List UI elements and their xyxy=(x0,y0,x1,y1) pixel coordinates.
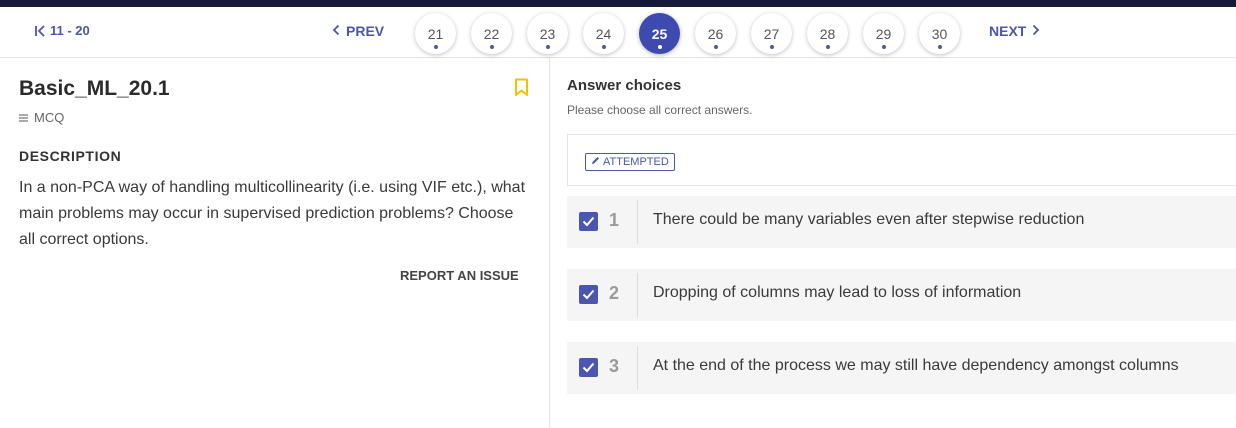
question-title: Basic_ML_20.1 xyxy=(19,77,170,100)
status-badge-label: ATTEMPTED xyxy=(603,156,669,168)
answer-heading: Answer choices xyxy=(567,77,682,94)
page-number: 23 xyxy=(539,25,556,42)
question-navbar: 11 - 20 PREV 21 22 23 24 25 26 27 28 29 … xyxy=(0,7,1236,58)
divider xyxy=(637,200,638,244)
page-button-24[interactable]: 24 xyxy=(583,13,624,54)
page-button-30[interactable]: 30 xyxy=(919,13,960,54)
page-button-28[interactable]: 28 xyxy=(807,13,848,54)
first-page-icon xyxy=(34,24,46,37)
answer-panel: Answer choices Please choose all correct… xyxy=(551,58,1236,428)
choice-number: 3 xyxy=(609,356,620,376)
page-dot xyxy=(433,45,438,49)
checkbox-checked[interactable] xyxy=(579,285,598,304)
description-text: In a non-PCA way of handling multicollin… xyxy=(19,179,526,248)
page-number: 30 xyxy=(931,25,948,42)
page-dot xyxy=(489,45,494,49)
question-type: MCQ xyxy=(19,110,64,125)
report-issue-link[interactable]: REPORT AN ISSUE xyxy=(400,268,519,283)
page-dot xyxy=(713,45,718,49)
chevron-right-icon xyxy=(1032,23,1040,39)
prev-button[interactable]: PREV xyxy=(332,23,384,39)
page-number: 21 xyxy=(427,25,444,42)
chevron-left-icon xyxy=(332,23,340,39)
page-number: 22 xyxy=(483,25,500,42)
answer-choice-2[interactable]: 2 Dropping of columns may lead to loss o… xyxy=(567,269,1236,321)
range-label: 11 - 20 xyxy=(50,23,90,38)
page-button-26[interactable]: 26 xyxy=(695,13,736,54)
choice-text: At the end of the process we may still h… xyxy=(653,357,1179,374)
page-dot xyxy=(937,45,942,49)
divider xyxy=(637,346,638,390)
page-dot xyxy=(601,45,606,49)
page-button-21[interactable]: 21 xyxy=(415,13,456,54)
page-button-27[interactable]: 27 xyxy=(751,13,792,54)
page-dot xyxy=(545,45,550,49)
bookmark-icon[interactable] xyxy=(514,78,529,102)
status-badge: ATTEMPTED xyxy=(585,153,675,171)
choice-text: There could be many variables even after… xyxy=(653,211,1085,228)
page-number: 26 xyxy=(707,25,724,42)
answer-choice-3[interactable]: 3 At the end of the process we may still… xyxy=(567,342,1236,394)
description-heading: DESCRIPTION xyxy=(19,148,122,164)
answer-choice-1[interactable]: 1 There could be many variables even aft… xyxy=(567,196,1236,248)
checkbox-checked[interactable] xyxy=(579,212,598,231)
next-label: NEXT xyxy=(989,23,1027,39)
top-strip xyxy=(0,0,1236,7)
page-number: 24 xyxy=(595,25,612,42)
range-back-link[interactable]: 11 - 20 xyxy=(34,23,90,38)
question-type-label: MCQ xyxy=(34,110,65,125)
page-dot xyxy=(881,45,886,49)
checkbox-checked[interactable] xyxy=(579,358,598,377)
list-icon xyxy=(19,110,28,125)
page-dot xyxy=(769,45,774,49)
attempt-status-box: ATTEMPTED xyxy=(567,134,1236,186)
prev-label: PREV xyxy=(346,23,385,39)
choice-text: Dropping of columns may lead to loss of … xyxy=(653,284,1022,301)
answer-subheading: Please choose all correct answers. xyxy=(567,103,753,117)
page-button-25[interactable]: 25 xyxy=(639,13,680,54)
page-button-29[interactable]: 29 xyxy=(863,13,904,54)
question-panel: Basic_ML_20.1 MCQ DESCRIPTION In a non-P… xyxy=(0,58,550,428)
divider xyxy=(637,273,638,317)
page-button-23[interactable]: 23 xyxy=(527,13,568,54)
choice-number: 1 xyxy=(609,210,620,230)
next-button[interactable]: NEXT xyxy=(989,23,1040,39)
page-number: 29 xyxy=(875,25,892,42)
page-dot xyxy=(825,45,830,49)
page-number: 27 xyxy=(763,25,780,42)
choice-number: 2 xyxy=(609,283,620,303)
page-dot xyxy=(657,45,662,49)
page-number: 25 xyxy=(651,25,668,42)
page-number: 28 xyxy=(819,25,836,42)
pencil-icon xyxy=(591,156,600,168)
page-button-22[interactable]: 22 xyxy=(471,13,512,54)
